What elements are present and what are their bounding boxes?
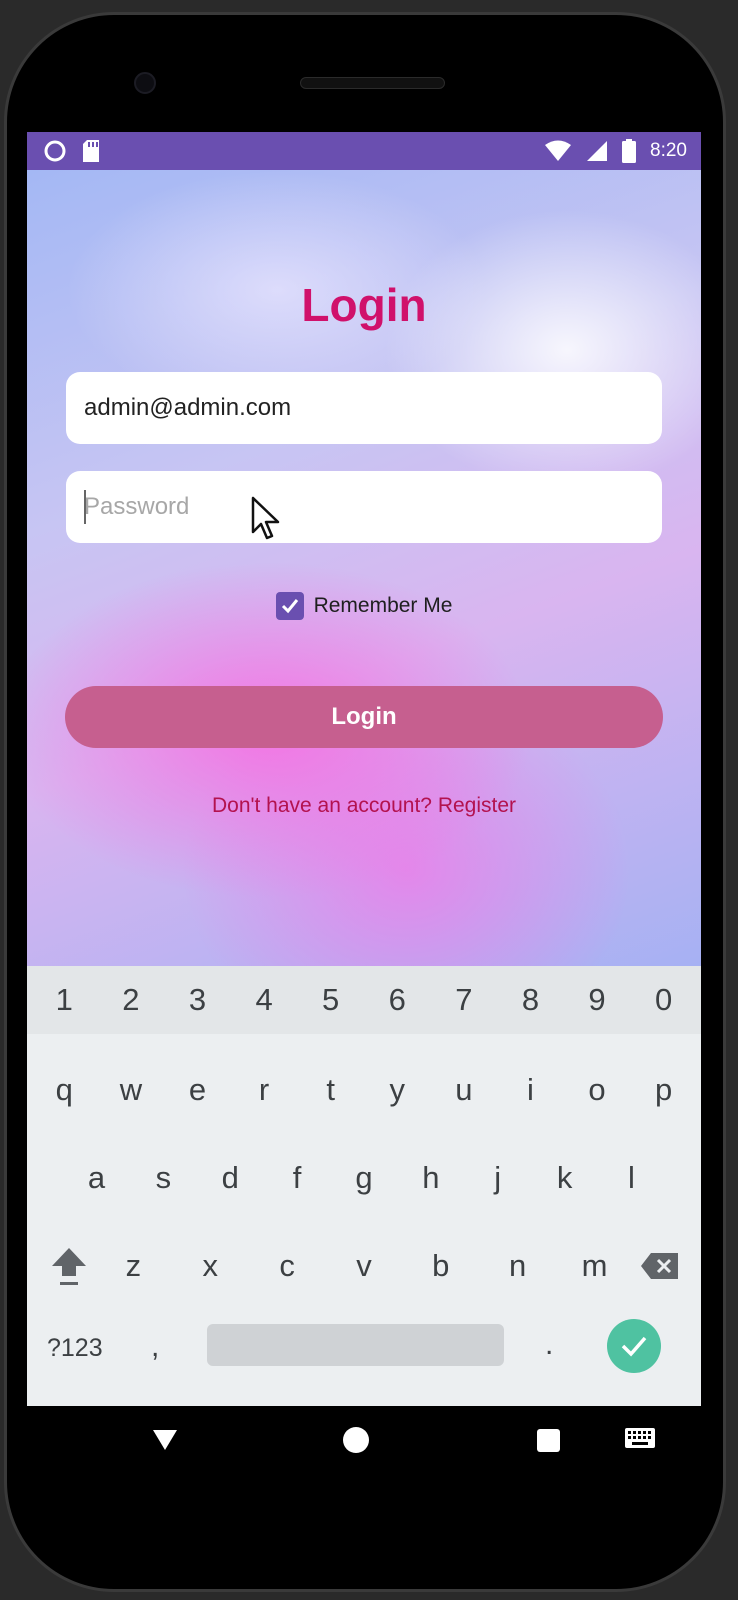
page-title: Login [301,279,427,331]
battery-icon [622,139,637,163]
password-field[interactable] [66,471,662,543]
key-7[interactable]: 7 [434,982,494,1018]
key-l[interactable]: l [601,1160,661,1196]
phone-screen: 8:20 Login Remember Me Login Don't have … [27,132,701,1406]
back-icon[interactable] [152,1428,178,1452]
status-time: 8:20 [650,140,687,161]
comma-key[interactable]: , [151,1330,159,1364]
text-caret [84,490,86,524]
key-d[interactable]: d [200,1160,260,1196]
key-b[interactable]: b [411,1248,471,1284]
key-2[interactable]: 2 [101,982,161,1018]
keyboard-row-1: q w e r t y u i o p [27,1054,701,1126]
key-0[interactable]: 0 [634,982,694,1018]
key-o[interactable]: o [567,1072,627,1108]
symbols-key[interactable]: ?123 [47,1334,103,1363]
key-i[interactable]: i [500,1072,560,1108]
key-f[interactable]: f [267,1160,327,1196]
key-3[interactable]: 3 [167,982,227,1018]
shift-icon[interactable] [49,1245,89,1287]
key-w[interactable]: w [101,1072,161,1108]
key-9[interactable]: 9 [567,982,627,1018]
sd-card-icon [83,140,99,162]
checkmark-icon [621,1336,647,1357]
keyboard-row-3: z x c v b n m [27,1230,701,1302]
key-g[interactable]: g [334,1160,394,1196]
key-r[interactable]: r [234,1072,294,1108]
remember-me: Remember Me [27,592,701,620]
key-p[interactable]: p [634,1072,694,1108]
recents-button[interactable] [537,1429,560,1452]
email-field[interactable] [66,372,662,444]
key-8[interactable]: 8 [500,982,560,1018]
key-u[interactable]: u [434,1072,494,1108]
key-m[interactable]: m [564,1248,624,1284]
key-z[interactable]: z [103,1248,163,1284]
backspace-icon[interactable] [639,1251,681,1281]
remember-me-checkbox[interactable] [275,592,304,620]
key-y[interactable]: y [367,1072,427,1108]
key-a[interactable]: a [66,1160,126,1196]
remember-me-label[interactable]: Remember Me [314,594,453,618]
home-button[interactable] [343,1427,369,1453]
key-k[interactable]: k [535,1160,595,1196]
key-t[interactable]: t [301,1072,361,1108]
login-screen: Login Remember Me Login Don't have an ac… [27,170,701,966]
key-6[interactable]: 6 [367,982,427,1018]
keyboard-row-2: a s d f g h j k l [27,1142,701,1214]
status-bar: 8:20 [27,132,701,170]
key-h[interactable]: h [401,1160,461,1196]
period-key[interactable]: . [545,1328,553,1362]
navigation-bar [27,1406,701,1476]
login-button[interactable]: Login [65,686,663,748]
register-link[interactable]: Don't have an account? Register [27,794,701,818]
keyboard-row-4: ?123 , . [27,1316,701,1388]
circle-notification-icon [44,140,66,162]
spacebar[interactable] [207,1324,504,1366]
signal-icon [587,141,608,161]
key-e[interactable]: e [167,1072,227,1108]
key-j[interactable]: j [468,1160,528,1196]
mouse-pointer-icon [251,496,280,540]
key-1[interactable]: 1 [34,982,94,1018]
check-icon [281,599,298,614]
front-camera [134,72,156,94]
key-c[interactable]: c [257,1248,317,1284]
key-s[interactable]: s [133,1160,193,1196]
enter-key[interactable] [607,1319,661,1373]
keyboard-number-row: 1 2 3 4 5 6 7 8 9 0 [27,966,701,1034]
soft-keyboard: 1 2 3 4 5 6 7 8 9 0 q w e r t y u i o p … [27,966,701,1406]
wifi-icon [545,140,572,161]
key-q[interactable]: q [34,1072,94,1108]
key-4[interactable]: 4 [234,982,294,1018]
keyboard-switch-icon[interactable] [624,1426,656,1450]
earpiece-speaker [300,77,445,89]
key-n[interactable]: n [488,1248,548,1284]
key-v[interactable]: v [334,1248,394,1284]
key-5[interactable]: 5 [301,982,361,1018]
key-x[interactable]: x [180,1248,240,1284]
